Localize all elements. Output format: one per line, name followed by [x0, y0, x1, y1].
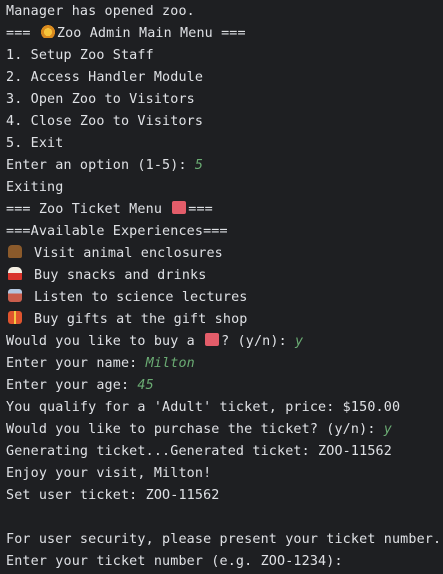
terminal-line: === Zoo Admin Main Menu ===	[6, 25, 246, 41]
terminal-line: You qualify for a 'Adult' ticket, price:…	[6, 400, 401, 415]
lion-face-icon	[40, 25, 55, 38]
terminal-line: Enjoy your visit, Milton!	[6, 466, 212, 481]
experience-item: Visit animal enclosures	[6, 243, 443, 265]
user-input: Milton	[145, 356, 195, 371]
menu-option: 1. Setup Zoo Staff	[6, 48, 154, 63]
user-input: 45	[137, 378, 154, 393]
input-prompt[interactable]: Enter your ticket number (e.g. ZOO-1234)…	[6, 551, 443, 573]
menu-option: 4. Close Zoo to Visitors	[6, 114, 204, 129]
gift-icon	[8, 311, 22, 324]
terminal-line: Enter your age: 45	[6, 378, 154, 393]
ticket-icon	[205, 333, 220, 346]
popcorn-icon	[8, 267, 22, 280]
terminal-line: ===Available Experiences===	[6, 224, 228, 239]
terminal-line: === Zoo Ticket Menu ===	[6, 201, 213, 217]
ticket-icon	[172, 201, 187, 214]
school-icon	[8, 289, 22, 302]
terminal-line: Set user ticket: ZOO-11562	[6, 488, 220, 503]
ox-icon	[8, 245, 22, 258]
menu-option: 5. Exit	[6, 136, 64, 151]
terminal-line: For user security, please present your t…	[6, 532, 442, 547]
menu-option: 2. Access Handler Module	[6, 70, 204, 85]
experience-item: Buy gifts at the gift shop	[6, 309, 443, 331]
terminal-line: Enter an option (1-5): 5	[6, 158, 204, 173]
terminal-line: Would you like to purchase the ticket? (…	[6, 422, 392, 437]
user-input: 5	[194, 158, 204, 173]
terminal-line: Manager has opened zoo.	[6, 4, 195, 19]
terminal-line: Enter your name: Milton	[6, 356, 195, 371]
terminal-line: Generating ticket...Generated ticket: ZO…	[6, 444, 392, 459]
terminal-line: Exiting	[6, 180, 64, 195]
menu-option: 3. Open Zoo to Visitors	[6, 92, 195, 107]
terminal-output: Manager has opened zoo. === Zoo Admin Ma…	[0, 0, 443, 574]
user-input: y	[383, 422, 392, 437]
experience-item: Buy snacks and drinks	[6, 265, 443, 287]
experience-item: Listen to science lectures	[6, 287, 443, 309]
terminal-line: Would you like to buy a ? (y/n): y	[6, 333, 304, 349]
user-input: y	[295, 334, 304, 349]
